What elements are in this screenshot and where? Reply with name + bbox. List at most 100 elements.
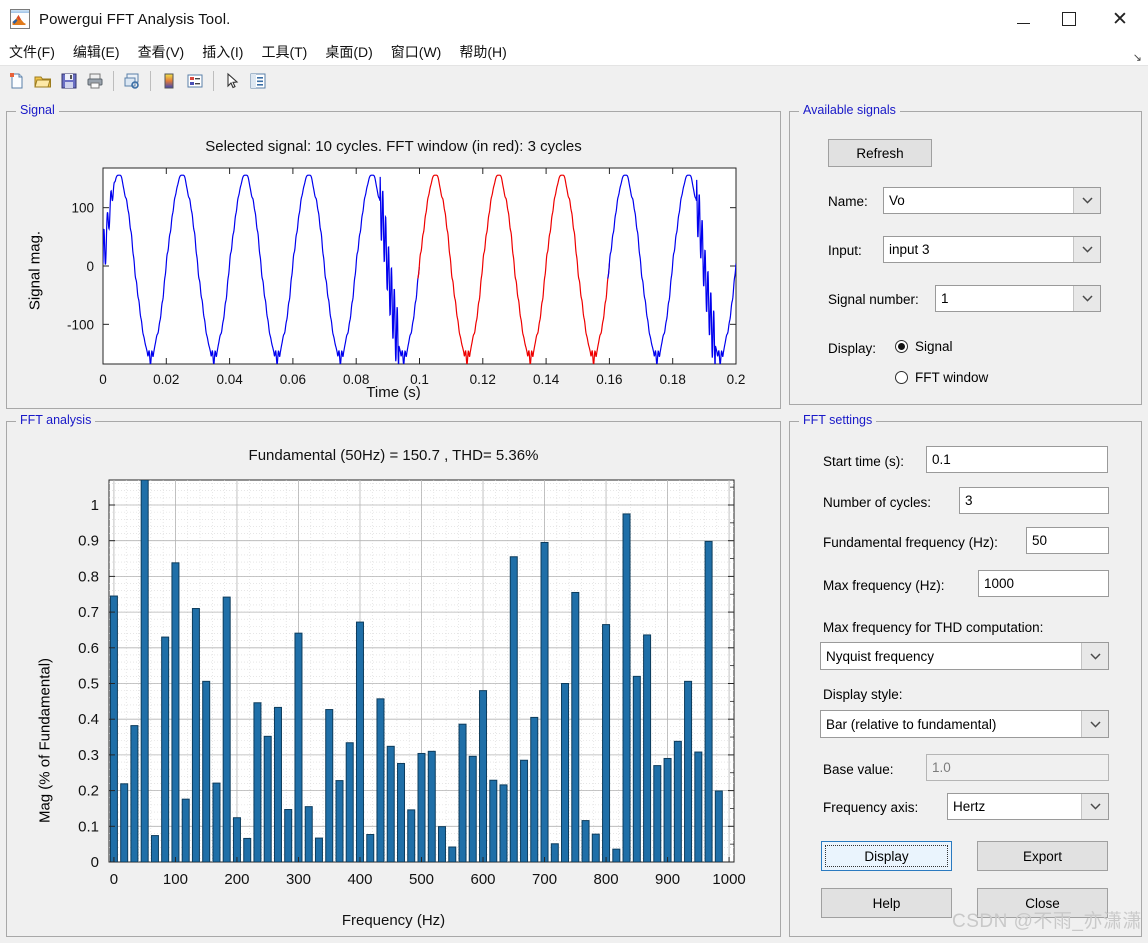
number-of-cycles-label: Number of cycles: [823, 495, 932, 510]
display-style-label: Display style: [823, 687, 903, 702]
base-value-label: Base value: [823, 762, 894, 777]
colorbar-icon[interactable] [156, 69, 182, 93]
number-of-cycles-input[interactable]: 3 [959, 487, 1109, 514]
input-combobox-value: input 3 [889, 242, 930, 257]
toolbar [0, 66, 1148, 96]
svg-text:1000: 1000 [712, 871, 745, 888]
frequency-axis-label: Frequency axis: [823, 800, 919, 815]
radio-signal[interactable]: Signal [895, 339, 953, 354]
pointer-icon[interactable] [219, 69, 245, 93]
max-frequency-label: Max frequency (Hz): [823, 578, 945, 593]
menu-resize-corner-icon: ↘ [1132, 52, 1142, 64]
max-frequency-thd-value: Nyquist frequency [826, 648, 935, 664]
help-button-label: Help [872, 895, 901, 911]
radio-signal-label: Signal [915, 339, 953, 354]
max-frequency-thd-combobox[interactable]: Nyquist frequency [820, 642, 1109, 670]
max-frequency-input[interactable]: 1000 [978, 570, 1109, 597]
available-signals-panel: Available signals Refresh Name: Vo Input… [789, 103, 1142, 405]
close-window-button[interactable]: ✕ [1092, 0, 1148, 38]
menu-tools[interactable]: 工具(T) [252, 40, 316, 64]
save-icon[interactable] [56, 69, 82, 93]
fundamental-frequency-input[interactable]: 50 [1026, 527, 1109, 554]
title-bar: Powergui FFT Analysis Tool. ✕ [0, 0, 1148, 39]
radio-fft-window[interactable]: FFT window [895, 370, 988, 385]
chevron-down-icon [1073, 286, 1100, 311]
display-button[interactable]: Display [821, 841, 952, 871]
svg-text:500: 500 [409, 871, 434, 888]
name-combobox-value: Vo [889, 193, 905, 208]
signal-number-label: Signal number: [828, 292, 919, 307]
svg-text:0.4: 0.4 [78, 711, 99, 728]
main-content: Signal Selected signal: 10 cycles. FFT w… [0, 95, 1148, 943]
svg-text:1: 1 [91, 497, 99, 514]
chevron-down-icon [1081, 643, 1108, 669]
matlab-wave-glyph [12, 15, 26, 25]
signal-number-combobox[interactable]: 1 [935, 285, 1101, 312]
svg-text:100: 100 [163, 871, 188, 888]
svg-text:0.6: 0.6 [78, 640, 99, 657]
menu-edit[interactable]: 编辑(E) [64, 40, 129, 64]
signal-plot-canvas: 0 0.02 0.04 0.06 0.08 0.1 0.12 0.14 0.16 0.18 0.2-… [67, 167, 745, 387]
menu-insert[interactable]: 插入(I) [193, 40, 252, 64]
menu-view[interactable]: 查看(V) [129, 40, 194, 64]
svg-text:0.5: 0.5 [78, 675, 99, 692]
svg-text:400: 400 [347, 871, 372, 888]
max-frequency-thd-label: Max frequency for THD computation: [823, 620, 1044, 635]
svg-text:900: 900 [655, 871, 680, 888]
signal-plot-title: Selected signal: 10 cycles. FFT window (… [205, 138, 582, 155]
display-style-combobox[interactable]: Bar (relative to fundamental) [820, 710, 1109, 738]
help-button[interactable]: Help [821, 888, 952, 918]
minimize-button[interactable] [1000, 0, 1046, 38]
signal-panel: Signal Selected signal: 10 cycles. FFT w… [6, 103, 781, 409]
toolbar-separator-1 [113, 70, 114, 91]
frequency-axis-combobox[interactable]: Hertz [947, 793, 1109, 820]
property-inspector-icon[interactable] [245, 69, 271, 93]
export-button[interactable]: Export [977, 841, 1108, 871]
display-mode-label: Display: [828, 341, 877, 356]
name-label: Name: [828, 194, 868, 209]
radio-fft-window-indicator [895, 371, 908, 384]
menu-help[interactable]: 帮助(H) [450, 40, 515, 64]
fft-settings-panel: FFT settings Start time (s): 0.1 Number … [789, 413, 1142, 937]
svg-text:0.3: 0.3 [78, 747, 99, 764]
svg-text:0: 0 [110, 871, 118, 888]
base-value-value: 1.0 [932, 760, 951, 775]
menu-bar: 文件(F) 编辑(E) 查看(V) 插入(I) 工具(T) 桌面(D) 窗口(W… [0, 39, 1148, 66]
radio-signal-indicator [895, 340, 908, 353]
link-plot-icon[interactable] [119, 69, 145, 93]
svg-text:600: 600 [471, 871, 496, 888]
start-time-value: 0.1 [932, 452, 951, 467]
radio-fft-window-label: FFT window [915, 370, 989, 385]
svg-text:0.1: 0.1 [78, 818, 99, 835]
svg-text:0.2: 0.2 [78, 783, 99, 800]
menu-window[interactable]: 窗口(W) [382, 40, 451, 64]
fft-analysis-panel: FFT analysis Fundamental (50Hz) = 150.7 … [6, 413, 781, 937]
fft-chart-title: Fundamental (50Hz) = 150.7 , THD= 5.36% [248, 447, 539, 464]
close-button[interactable]: Close [977, 888, 1108, 918]
name-combobox[interactable]: Vo [883, 187, 1101, 214]
fundamental-frequency-label: Fundamental frequency (Hz): [823, 535, 998, 550]
signal-plot: Selected signal: 10 cycles. FFT window (… [7, 112, 780, 408]
refresh-button[interactable]: Refresh [828, 139, 932, 167]
start-time-input[interactable]: 0.1 [926, 446, 1108, 473]
new-figure-icon[interactable] [4, 69, 30, 93]
input-combobox[interactable]: input 3 [883, 236, 1101, 263]
chevron-down-icon [1073, 188, 1100, 213]
legend-icon[interactable] [182, 69, 208, 93]
open-file-icon[interactable] [30, 69, 56, 93]
svg-text:0.7: 0.7 [78, 604, 99, 621]
chevron-down-icon [1081, 794, 1108, 819]
chevron-down-icon [1081, 711, 1108, 737]
close-button-label: Close [1025, 895, 1060, 911]
svg-text:200: 200 [224, 871, 249, 888]
svg-text:800: 800 [594, 871, 619, 888]
print-icon[interactable] [82, 69, 108, 93]
fft-x-axis-label: Frequency (Hz) [341, 912, 446, 929]
window-controls: ✕ [1000, 0, 1148, 38]
available-signals-legend: Available signals [799, 103, 900, 117]
menu-file[interactable]: 文件(F) [0, 40, 64, 64]
refresh-button-label: Refresh [856, 145, 904, 161]
maximize-button[interactable] [1046, 0, 1092, 38]
svg-text:0.9: 0.9 [78, 533, 99, 550]
menu-desktop[interactable]: 桌面(D) [316, 40, 381, 64]
